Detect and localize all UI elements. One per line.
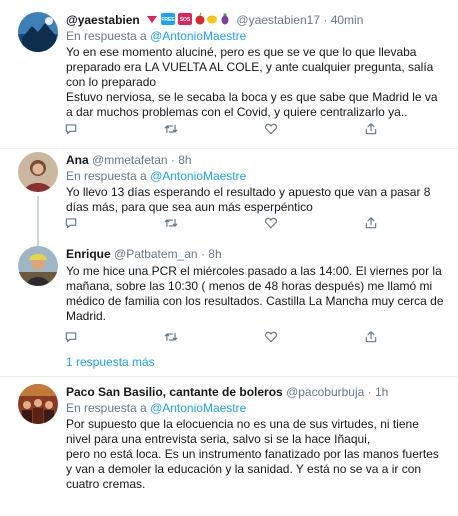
- comment-icon: [65, 124, 77, 135]
- reply-button[interactable]: [62, 328, 80, 346]
- tweet-paragraph: Yo me hice una PCR el miércoles pasado a…: [66, 264, 444, 323]
- share-button[interactable]: [362, 328, 380, 346]
- reply-feed: @yaestabien FREE SOS @yaestabien17 · 40m…: [0, 0, 458, 516]
- share-button[interactable]: [362, 214, 380, 232]
- timestamp[interactable]: 8h: [178, 153, 191, 167]
- retweet-button[interactable]: [162, 120, 180, 138]
- display-name[interactable]: Enrique: [66, 247, 111, 261]
- tweet-actions: [65, 214, 426, 232]
- user-handle[interactable]: @Patbatem_an: [114, 247, 198, 261]
- name-emojis: FREE SOS: [145, 12, 231, 29]
- separator-dot: ·: [200, 247, 205, 261]
- divider: [0, 148, 458, 149]
- mention-link[interactable]: @AntonioMaestre: [150, 401, 246, 415]
- tweet[interactable]: Paco San Basilio, cantante de boleros @p…: [0, 380, 458, 516]
- mention-link[interactable]: @AntonioMaestre: [150, 29, 246, 43]
- retweet-icon: [164, 218, 178, 228]
- user-handle[interactable]: @pacoburbuja: [286, 385, 364, 399]
- retweet-button[interactable]: [162, 214, 180, 232]
- mention-link[interactable]: @AntonioMaestre: [150, 169, 246, 183]
- tweet-paragraph: Por supuesto que la elocuencia no es una…: [66, 417, 419, 446]
- display-name[interactable]: @yaestabien: [66, 13, 140, 27]
- divider: [0, 376, 458, 377]
- like-button[interactable]: [262, 120, 280, 138]
- share-icon: [365, 123, 377, 135]
- retweet-icon: [164, 332, 178, 342]
- tweet-text: Por supuesto que la elocuencia no es una…: [66, 417, 446, 492]
- reply-button[interactable]: [62, 214, 80, 232]
- display-name[interactable]: Paco San Basilio, cantante de boleros: [66, 385, 283, 399]
- tweet-text: Yo en ese momento aluciné, pero es que s…: [66, 45, 446, 120]
- like-icon: [264, 217, 278, 229]
- apple-icon: [195, 12, 205, 25]
- like-icon: [264, 331, 278, 343]
- svg-text:FREE: FREE: [161, 17, 175, 23]
- tweet-header: Enrique @Patbatem_an · 8h: [66, 246, 446, 262]
- lemon-icon: [207, 15, 218, 24]
- reply-button[interactable]: [62, 120, 80, 138]
- avatar[interactable]: [18, 384, 58, 424]
- comment-icon: [65, 218, 77, 229]
- tweet-header: Ana @mmetafetan · 8h: [66, 152, 446, 168]
- tweet-text: Yo llevo 13 días esperando el resultado …: [66, 185, 446, 215]
- share-button[interactable]: [362, 120, 380, 138]
- avatar[interactable]: [18, 246, 58, 286]
- timestamp[interactable]: 8h: [208, 247, 221, 261]
- heart-emoji-icon: [147, 15, 158, 23]
- reply-context: En respuesta a @AntonioMaestre: [66, 169, 446, 184]
- separator-dot: ·: [170, 153, 175, 167]
- eggplant-icon: [221, 13, 229, 25]
- user-handle[interactable]: @mmetafetan: [92, 153, 168, 167]
- timestamp[interactable]: 40min: [331, 13, 364, 27]
- tweet-actions: [65, 328, 426, 346]
- comment-icon: [65, 332, 77, 343]
- reply-prefix: En respuesta a: [66, 169, 147, 183]
- avatar[interactable]: [18, 152, 58, 192]
- tweet-paragraph: Yo en ese momento aluciné, pero es que s…: [66, 45, 434, 89]
- tweet[interactable]: @yaestabien FREE SOS @yaestabien17 · 40m…: [0, 0, 458, 150]
- share-icon: [365, 217, 377, 229]
- sos-badge-icon: SOS: [178, 12, 193, 25]
- tweet-header: Paco San Basilio, cantante de boleros @p…: [66, 384, 446, 400]
- avatar[interactable]: [18, 12, 58, 52]
- separator-dot: ·: [323, 13, 328, 27]
- show-more-replies-link[interactable]: 1 respuesta más: [66, 354, 155, 370]
- tweet-text: Yo me hice una PCR el miércoles pasado a…: [66, 264, 446, 324]
- display-name[interactable]: Ana: [66, 153, 89, 167]
- reply-context: En respuesta a @AntonioMaestre: [66, 401, 446, 416]
- tweet[interactable]: Ana @mmetafetan · 8h En respuesta a @Ant…: [0, 150, 458, 250]
- like-button[interactable]: [262, 328, 280, 346]
- share-icon: [365, 331, 377, 343]
- retweet-button[interactable]: [162, 328, 180, 346]
- tweet-paragraph: Estuvo nerviosa, se le secaba la boca y …: [66, 90, 438, 119]
- separator-dot: ·: [367, 385, 372, 399]
- reply-prefix: En respuesta a: [66, 401, 147, 415]
- tweet-paragraph: Yo llevo 13 días esperando el resultado …: [66, 185, 431, 214]
- tweet-paragraph: pero no está loca. Es un instrumento fan…: [66, 447, 439, 491]
- like-button[interactable]: [262, 214, 280, 232]
- tweet[interactable]: Enrique @Patbatem_an · 8h Yo me hice una…: [0, 238, 458, 346]
- reply-prefix: En respuesta a: [66, 29, 147, 43]
- retweet-icon: [164, 124, 178, 134]
- like-icon: [264, 123, 278, 135]
- free-badge-icon: FREE: [161, 12, 175, 25]
- tweet-actions: [65, 120, 426, 138]
- reply-context: En respuesta a @AntonioMaestre: [66, 29, 446, 44]
- user-handle[interactable]: @yaestabien17: [236, 13, 320, 27]
- svg-text:SOS: SOS: [180, 17, 191, 23]
- tweet-header: @yaestabien FREE SOS @yaestabien17 · 40m…: [66, 12, 446, 28]
- timestamp[interactable]: 1h: [375, 385, 388, 399]
